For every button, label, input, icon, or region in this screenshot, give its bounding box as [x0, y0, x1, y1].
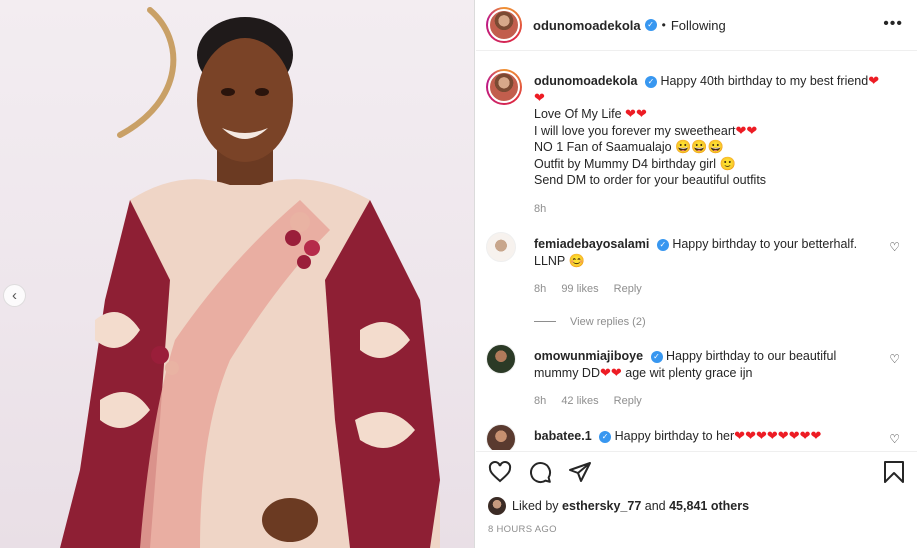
- caption-line-2: Love Of My Life: [534, 107, 622, 121]
- commenter-avatar[interactable]: [486, 232, 516, 262]
- caption-line-1: Happy 40th birthday to my best friend: [660, 74, 869, 88]
- view-replies-label: View replies (2): [570, 315, 646, 328]
- caption-meta: 8h: [534, 201, 906, 218]
- like-heart-icon[interactable]: [488, 460, 512, 484]
- reply-button[interactable]: Reply: [614, 395, 642, 407]
- liked-by-and: and: [644, 499, 666, 513]
- comment-text-continued: age wit plenty grace ijn: [625, 365, 753, 380]
- liker-avatar: [488, 497, 506, 515]
- caption-line-6: Send DM to order for your beautiful outf…: [534, 173, 767, 187]
- previous-image-button[interactable]: ‹: [3, 284, 26, 307]
- grin-emoji-icon: 😀: [691, 139, 708, 154]
- comment-likes[interactable]: 99 likes: [561, 283, 598, 295]
- comment-text: Happy birthday to her: [614, 429, 735, 443]
- heart-emoji-icon: ❤: [746, 122, 758, 138]
- action-icons: [488, 460, 592, 484]
- like-comment-icon[interactable]: ♡: [889, 240, 900, 254]
- heart-emoji-icon: ❤: [788, 428, 800, 443]
- comment-meta: 8h 99 likes Reply: [534, 281, 874, 298]
- verified-badge-icon: ✓: [644, 19, 657, 31]
- more-options-icon[interactable]: •••: [883, 15, 903, 33]
- caption-avatar[interactable]: [486, 69, 522, 105]
- like-comment-icon[interactable]: ♡: [889, 352, 900, 366]
- liked-by-prefix: Liked by: [512, 499, 559, 513]
- heart-emoji-icon: ❤: [625, 106, 636, 121]
- caption-username[interactable]: odunomoadekola: [534, 74, 637, 88]
- caption-time: 8h: [534, 202, 547, 215]
- smile-emoji-icon: 🙂: [719, 155, 736, 171]
- bookmark-icon: [884, 461, 904, 483]
- heart-emoji-icon: ❤: [777, 428, 789, 443]
- heart-emoji-icon: ❤: [734, 428, 746, 443]
- heart-emoji-icon: ❤: [745, 428, 756, 443]
- blush-emoji-icon: 😊: [568, 252, 585, 268]
- author-username[interactable]: odunomoadekola: [533, 18, 641, 33]
- comment-bubble-icon[interactable]: [528, 460, 552, 484]
- verified-badge-icon: ✓: [656, 238, 669, 251]
- comment-username[interactable]: omowunmiajiboye: [534, 349, 643, 363]
- comment-username[interactable]: babatee.1: [534, 429, 592, 443]
- save-button[interactable]: [883, 460, 905, 484]
- post-photo[interactable]: ‹: [0, 0, 475, 548]
- caption-line-5: Outfit by Mummy D4 birthday girl: [534, 156, 716, 171]
- verified-badge-icon: ✓: [644, 75, 657, 88]
- liked-by-summary[interactable]: Liked by esthersky_77 and 45,841 others: [488, 497, 749, 515]
- comment-likes[interactable]: 42 likes: [561, 395, 598, 407]
- photo-image: [60, 7, 440, 548]
- view-replies-button[interactable]: View replies (2): [534, 314, 874, 331]
- comment-time: 8h: [534, 283, 547, 295]
- heart-emoji-icon: ❤: [868, 73, 880, 88]
- divider-line: [534, 321, 556, 323]
- liked-by-count[interactable]: 45,841 others: [669, 499, 749, 513]
- commenter-avatar[interactable]: [486, 344, 516, 374]
- chevron-left-icon: ‹: [12, 287, 17, 304]
- liked-by-username[interactable]: esthersky_77: [562, 499, 641, 513]
- caption-line-4: NO 1 Fan of Saamualajo: [534, 140, 672, 154]
- reply-button[interactable]: Reply: [614, 283, 642, 295]
- post-header: odunomoadekola ✓ • Following •••: [476, 0, 917, 51]
- heart-emoji-icon: ❤: [755, 428, 767, 443]
- post-timestamp[interactable]: 8 HOURS AGO: [488, 524, 557, 535]
- post-actions-bar: Liked by esthersky_77 and 45,841 others …: [476, 451, 917, 548]
- heart-emoji-icon: ❤: [799, 428, 811, 443]
- verified-badge-icon: ✓: [599, 430, 612, 443]
- comment-username[interactable]: femiadebayosalami: [534, 237, 649, 251]
- caption-line-3: I will love you forever my sweetheart: [534, 123, 736, 138]
- separator-dot: •: [661, 18, 666, 32]
- comment-meta: 8h 42 likes Reply: [534, 393, 874, 410]
- heart-emoji-icon: ❤: [599, 364, 611, 380]
- grin-emoji-icon: 😀: [707, 139, 724, 154]
- like-comment-icon[interactable]: ♡: [889, 432, 900, 446]
- heart-emoji-icon: ❤: [534, 89, 545, 105]
- share-paper-plane-icon[interactable]: [568, 460, 592, 484]
- heart-emoji-icon: ❤: [635, 106, 647, 121]
- comments-list[interactable]: odunomoadekola ✓ Happy 40th birthday to …: [476, 52, 917, 450]
- verified-badge-icon: ✓: [650, 350, 663, 363]
- following-button[interactable]: Following: [671, 18, 726, 33]
- author-avatar[interactable]: [486, 7, 522, 43]
- comment-time: 8h: [534, 395, 547, 407]
- heart-emoji-icon: ❤: [810, 428, 822, 443]
- heart-emoji-icon: ❤: [735, 122, 747, 138]
- grin-emoji-icon: 😀: [675, 139, 692, 154]
- heart-emoji-icon: ❤: [610, 364, 622, 380]
- commenter-avatar[interactable]: [486, 424, 516, 450]
- heart-emoji-icon: ❤: [766, 428, 778, 443]
- post-sidebar: odunomoadekola ✓ • Following ••• odunomo…: [476, 0, 917, 548]
